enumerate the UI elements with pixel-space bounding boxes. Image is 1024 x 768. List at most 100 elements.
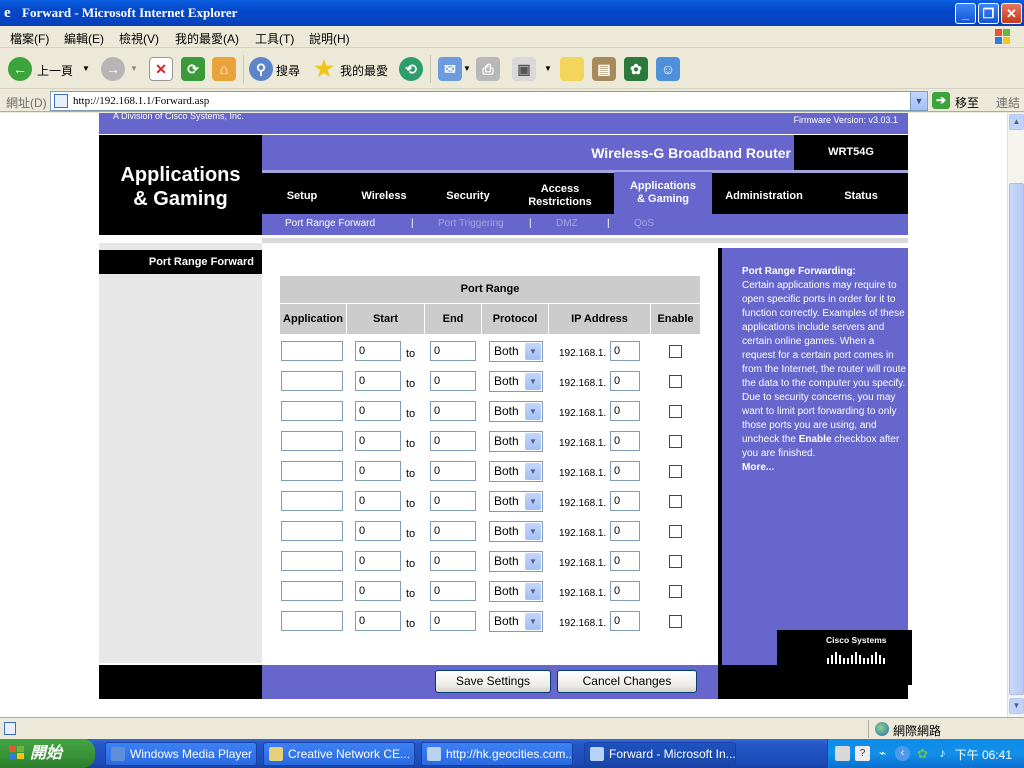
chevron-down-icon[interactable]: ▼ bbox=[525, 373, 541, 390]
end-port-input[interactable]: 0 bbox=[430, 401, 476, 421]
ip-last-octet-input[interactable]: 0 bbox=[610, 611, 640, 631]
messenger-icon[interactable]: ☺ bbox=[656, 57, 680, 81]
scroll-thumb[interactable] bbox=[1009, 183, 1024, 695]
chevron-down-icon[interactable]: ▼ bbox=[525, 583, 541, 600]
application-input[interactable] bbox=[281, 431, 343, 451]
end-port-input[interactable]: 0 bbox=[430, 551, 476, 571]
protocol-select[interactable]: Both ▼ bbox=[489, 431, 543, 452]
menu-help[interactable]: 說明(H) bbox=[309, 30, 350, 47]
application-input[interactable] bbox=[281, 521, 343, 541]
start-port-input[interactable]: 0 bbox=[355, 461, 401, 481]
protocol-select[interactable]: Both ▼ bbox=[489, 581, 543, 602]
application-input[interactable] bbox=[281, 551, 343, 571]
start-port-input[interactable]: 0 bbox=[355, 401, 401, 421]
application-input[interactable] bbox=[281, 491, 343, 511]
start-button[interactable]: 開始 bbox=[0, 739, 95, 768]
chevron-down-icon[interactable]: ▼ bbox=[525, 493, 541, 510]
back-label[interactable]: 上一頁 bbox=[37, 62, 73, 79]
links-label[interactable]: 連結 bbox=[996, 94, 1020, 111]
end-port-input[interactable]: 0 bbox=[430, 521, 476, 541]
address-url[interactable]: http://192.168.1.1/Forward.asp bbox=[73, 95, 209, 107]
nav-status[interactable]: Status bbox=[824, 178, 898, 214]
end-port-input[interactable]: 0 bbox=[430, 491, 476, 511]
start-port-input[interactable]: 0 bbox=[355, 521, 401, 541]
chevron-down-icon[interactable]: ▼ bbox=[525, 523, 541, 540]
start-port-input[interactable]: 0 bbox=[355, 551, 401, 571]
chevron-down-icon[interactable]: ▼ bbox=[525, 343, 541, 360]
nav-applications-gaming[interactable]: Applications & Gaming bbox=[614, 172, 712, 214]
search-icon[interactable]: ⚲ bbox=[249, 57, 273, 81]
ip-last-octet-input[interactable]: 0 bbox=[610, 521, 640, 541]
chevron-down-icon[interactable]: ▼ bbox=[525, 613, 541, 630]
network-icon[interactable]: ⌁ bbox=[875, 746, 890, 761]
enable-checkbox[interactable] bbox=[669, 615, 682, 628]
nav-security[interactable]: Security bbox=[428, 178, 508, 214]
chevron-down-icon[interactable]: ▼ bbox=[525, 403, 541, 420]
end-port-input[interactable]: 0 bbox=[430, 581, 476, 601]
search-label[interactable]: 搜尋 bbox=[276, 62, 300, 79]
subnav-port-range-forward[interactable]: Port Range Forward bbox=[285, 218, 375, 229]
end-port-input[interactable]: 0 bbox=[430, 341, 476, 361]
ip-last-octet-input[interactable]: 0 bbox=[610, 371, 640, 391]
address-input[interactable]: http://192.168.1.1/Forward.asp ▼ bbox=[50, 91, 928, 111]
start-port-input[interactable]: 0 bbox=[355, 611, 401, 631]
enable-checkbox[interactable] bbox=[669, 465, 682, 478]
vertical-scrollbar[interactable]: ▲ ▼ bbox=[1007, 113, 1024, 717]
application-input[interactable] bbox=[281, 341, 343, 361]
go-arrow-icon[interactable]: ➔ bbox=[932, 92, 950, 109]
protocol-select[interactable]: Both ▼ bbox=[489, 611, 543, 632]
protocol-select[interactable]: Both ▼ bbox=[489, 491, 543, 512]
protocol-select[interactable]: Both ▼ bbox=[489, 461, 543, 482]
icq-icon[interactable]: ✿ bbox=[624, 57, 648, 81]
scroll-down-icon[interactable]: ▼ bbox=[1009, 698, 1024, 714]
ip-last-octet-input[interactable]: 0 bbox=[610, 401, 640, 421]
enable-checkbox[interactable] bbox=[669, 375, 682, 388]
application-input[interactable] bbox=[281, 581, 343, 601]
history-icon[interactable]: ⟲ bbox=[399, 57, 423, 81]
close-button[interactable]: ✕ bbox=[1001, 3, 1022, 24]
mail-icon[interactable]: ✉ bbox=[438, 57, 462, 81]
application-input[interactable] bbox=[281, 461, 343, 481]
chevron-down-icon[interactable]: ▼ bbox=[525, 433, 541, 450]
start-port-input[interactable]: 0 bbox=[355, 581, 401, 601]
protocol-select[interactable]: Both ▼ bbox=[489, 371, 543, 392]
application-input[interactable] bbox=[281, 611, 343, 631]
mail-dropdown-icon[interactable]: ▼ bbox=[463, 64, 471, 73]
end-port-input[interactable]: 0 bbox=[430, 431, 476, 451]
cancel-changes-button[interactable]: Cancel Changes bbox=[557, 670, 697, 693]
end-port-input[interactable]: 0 bbox=[430, 461, 476, 481]
protocol-select[interactable]: Both ▼ bbox=[489, 401, 543, 422]
protocol-select[interactable]: Both ▼ bbox=[489, 341, 543, 362]
end-port-input[interactable]: 0 bbox=[430, 611, 476, 631]
subnav-dmz[interactable]: DMZ bbox=[556, 218, 578, 229]
task-creative-network[interactable]: Creative Network CE... bbox=[263, 742, 415, 766]
ip-last-octet-input[interactable]: 0 bbox=[610, 341, 640, 361]
task-windows-media-player[interactable]: Windows Media Player bbox=[105, 742, 257, 766]
favorites-label[interactable]: 我的最愛 bbox=[340, 62, 388, 79]
research-icon[interactable]: ▤ bbox=[592, 57, 616, 81]
end-port-input[interactable]: 0 bbox=[430, 371, 476, 391]
expand-tray-icon[interactable]: ‹ bbox=[895, 746, 910, 761]
back-icon[interactable]: ← bbox=[8, 57, 32, 81]
minimize-button[interactable]: _ bbox=[955, 3, 976, 24]
enable-checkbox[interactable] bbox=[669, 435, 682, 448]
menu-file[interactable]: 檔案(F) bbox=[10, 30, 49, 47]
scroll-up-icon[interactable]: ▲ bbox=[1009, 114, 1024, 130]
refresh-icon[interactable]: ⟳ bbox=[181, 57, 205, 81]
enable-checkbox[interactable] bbox=[669, 345, 682, 358]
nav-setup[interactable]: Setup bbox=[262, 178, 342, 214]
ip-last-octet-input[interactable]: 0 bbox=[610, 581, 640, 601]
more-link[interactable]: More... bbox=[742, 462, 774, 473]
ip-last-octet-input[interactable]: 0 bbox=[610, 431, 640, 451]
volume-icon[interactable]: ♪ bbox=[935, 746, 950, 761]
ip-last-octet-input[interactable]: 0 bbox=[610, 461, 640, 481]
chevron-down-icon[interactable]: ▼ bbox=[525, 553, 541, 570]
discuss-icon[interactable] bbox=[560, 57, 584, 81]
print-icon[interactable]: ⎙ bbox=[476, 57, 500, 81]
address-dropdown-icon[interactable]: ▼ bbox=[910, 92, 927, 110]
favorites-icon[interactable]: ★ bbox=[312, 56, 336, 81]
save-settings-button[interactable]: Save Settings bbox=[435, 670, 551, 693]
protocol-select[interactable]: Both ▼ bbox=[489, 521, 543, 542]
back-dropdown-icon[interactable]: ▼ bbox=[82, 64, 90, 73]
task-forward-ie[interactable]: Forward - Microsoft In... bbox=[584, 742, 736, 766]
